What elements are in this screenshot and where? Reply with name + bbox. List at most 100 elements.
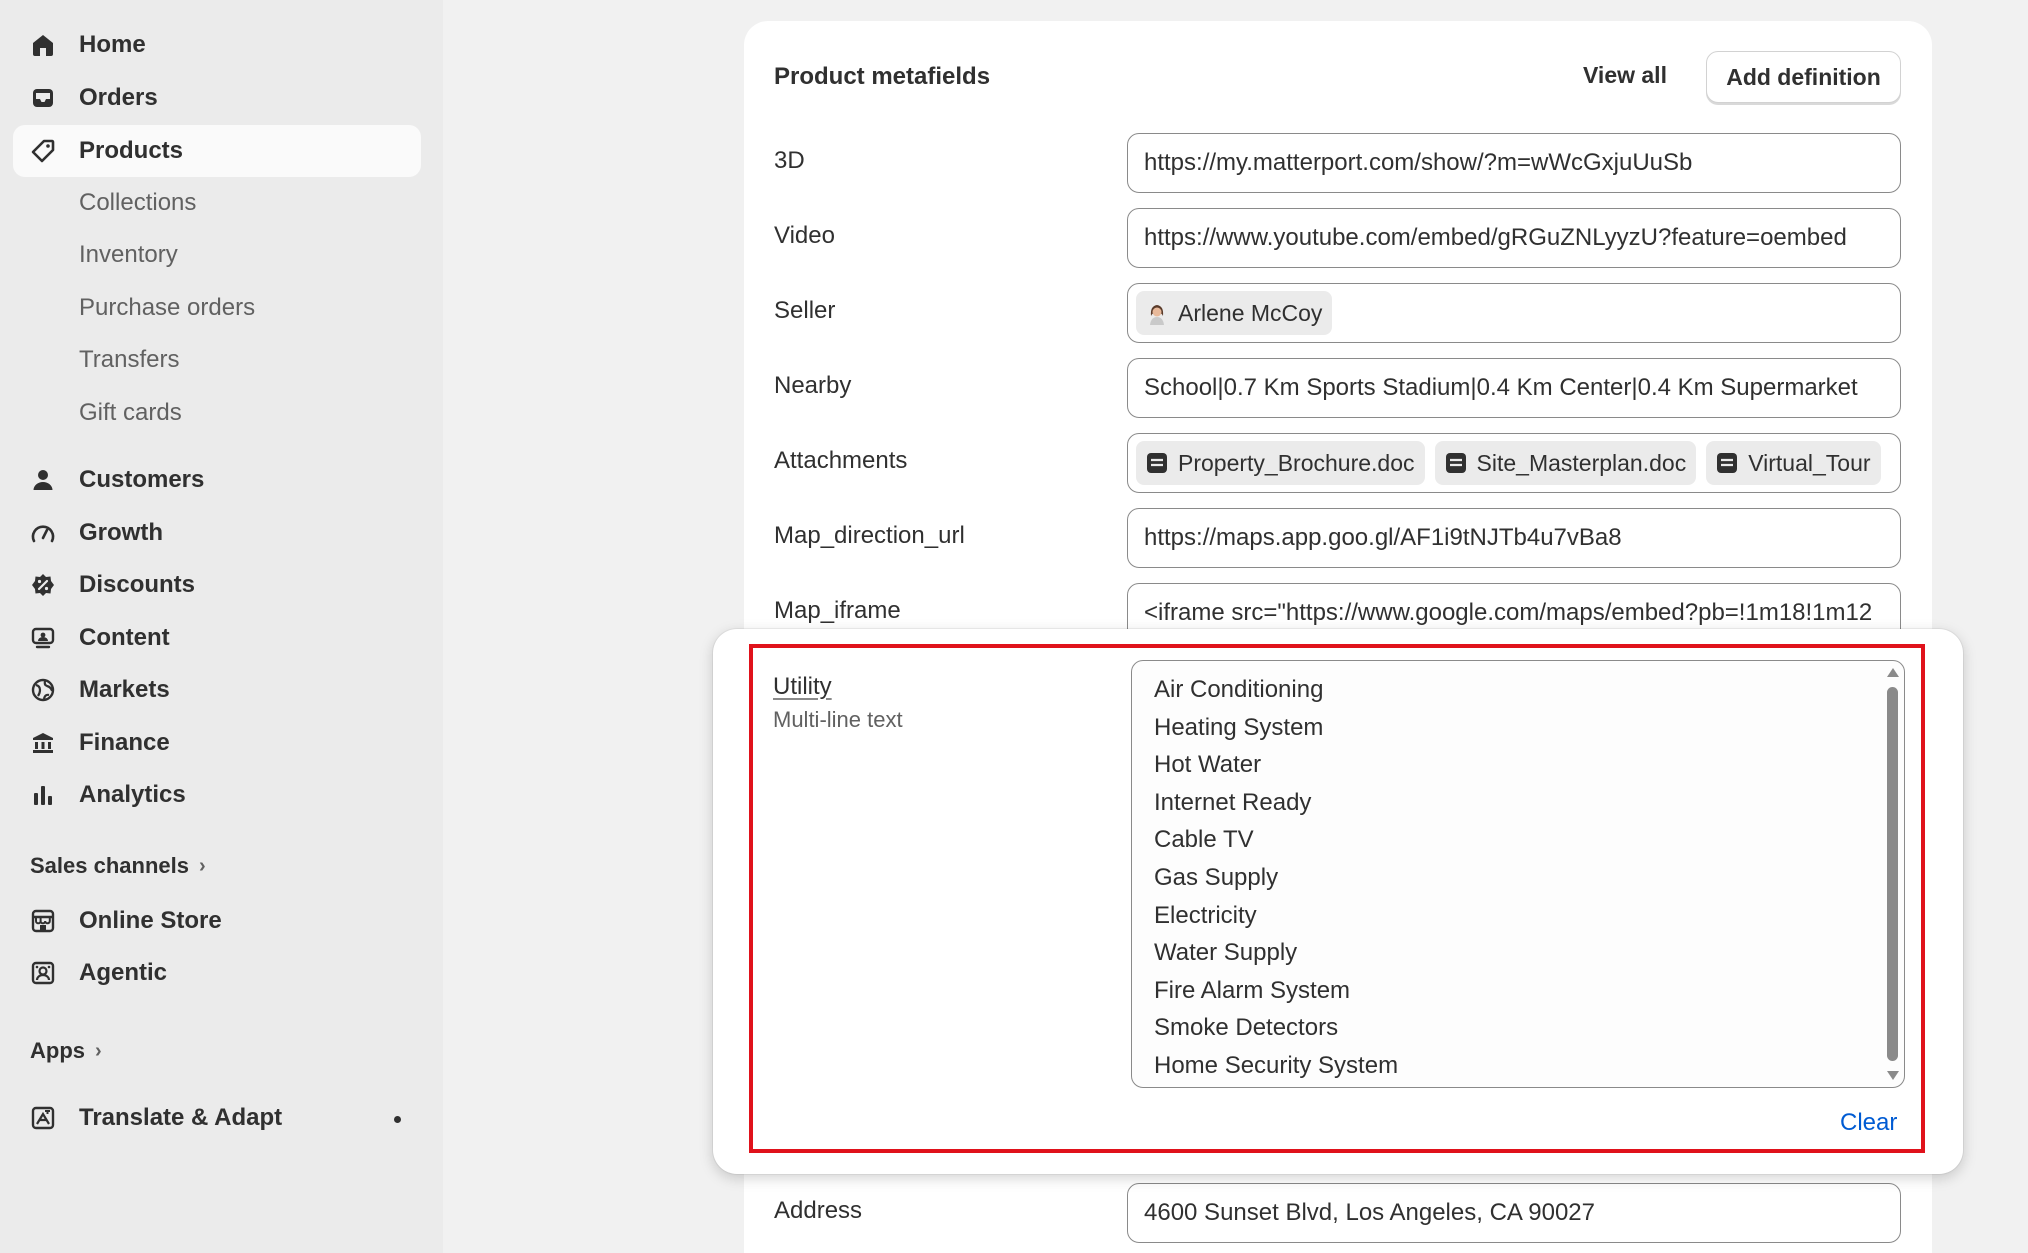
attachment-chip[interactable]: Property_Brochure.doc: [1136, 441, 1425, 485]
sidebar-item-label: Agentic: [79, 959, 168, 986]
field-label-map-direction-url: Map_direction_url: [774, 522, 965, 549]
sidebar-item-label: Discounts: [79, 571, 196, 598]
clear-button[interactable]: Clear: [1840, 1109, 1897, 1137]
home-icon: [30, 32, 56, 58]
inbox-icon: [30, 85, 56, 111]
sidebar-subitem-label: Inventory: [79, 241, 178, 268]
sidebar-item-settings[interactable]: [13, 1240, 421, 1253]
field-label-seller: Seller: [774, 297, 836, 324]
sidebar: Home Orders Products Collections Invento…: [0, 0, 443, 1253]
sidebar-item-label: Online Store: [79, 907, 222, 934]
sidebar-item-finance[interactable]: Finance: [13, 717, 421, 769]
field-nearby-input[interactable]: School|0.7 Km Sports Stadium|0.4 Km Cent…: [1127, 358, 1901, 418]
tag-icon: [30, 138, 56, 164]
content-icon: [30, 625, 56, 651]
utility-lines: Air Conditioning Heating System Hot Wate…: [1154, 671, 1398, 1085]
person-icon: [30, 467, 56, 493]
sidebar-item-content[interactable]: Content: [13, 612, 421, 664]
sidebar-item-customers[interactable]: Customers: [13, 454, 421, 506]
sidebar-subitem-label: Transfers: [79, 346, 180, 373]
sidebar-subitem-inventory[interactable]: Inventory: [13, 229, 421, 281]
sidebar-subitem-transfers[interactable]: Transfers: [13, 334, 421, 386]
attachment-chip[interactable]: Site_Masterplan.doc: [1434, 441, 1697, 485]
sidebar-item-agentic[interactable]: Agentic: [13, 947, 421, 999]
add-definition-button[interactable]: Add definition: [1706, 51, 1901, 103]
sidebar-item-discounts[interactable]: Discounts: [13, 559, 421, 611]
attachment-name: Property_Brochure.doc: [1178, 449, 1415, 476]
utility-type-label: Multi-line text: [773, 707, 903, 732]
field-address-input[interactable]: 4600 Sunset Blvd, Los Angeles, CA 90027: [1127, 1183, 1901, 1243]
discount-icon: [30, 572, 56, 598]
chevron-right-icon: ›: [95, 1039, 102, 1062]
sidebar-item-analytics[interactable]: Analytics: [13, 769, 421, 821]
utility-editor-popover: Utility Multi-line text Air Conditioning…: [713, 629, 1963, 1174]
utility-line: Water Supply: [1154, 939, 1298, 967]
field-label-3d: 3D: [774, 147, 805, 174]
avatar: [1144, 300, 1170, 326]
store-icon: [30, 908, 56, 934]
field-3d-input[interactable]: https://my.matterport.com/show/?m=wWcGxj…: [1127, 133, 1901, 193]
field-value: School|0.7 Km Sports Stadium|0.4 Km Cent…: [1144, 374, 1858, 401]
agentic-icon: [30, 960, 56, 986]
utility-line: Smoke Detectors: [1154, 1014, 1339, 1042]
sidebar-item-translate-adapt[interactable]: Translate & Adapt: [13, 1092, 421, 1144]
sidebar-item-label: Finance: [79, 729, 170, 756]
notification-dot: [394, 1116, 401, 1123]
document-icon: [1443, 450, 1469, 476]
utility-textarea[interactable]: Air Conditioning Heating System Hot Wate…: [1131, 660, 1905, 1088]
sidebar-item-label: Growth: [79, 519, 163, 546]
field-value: 4600 Sunset Blvd, Los Angeles, CA 90027: [1144, 1199, 1595, 1226]
field-map-direction-url-input[interactable]: https://maps.app.goo.gl/AF1i9tNJTb4u7vBa…: [1127, 508, 1901, 568]
seller-chip[interactable]: Arlene McCoy: [1136, 291, 1333, 335]
sidebar-subitem-purchase-orders[interactable]: Purchase orders: [13, 282, 421, 334]
view-all-button[interactable]: View all: [1583, 62, 1667, 89]
sidebar-item-home[interactable]: Home: [13, 19, 421, 71]
sidebar-item-orders[interactable]: Orders: [13, 72, 421, 124]
sales-channels-label: Sales channels: [30, 853, 189, 878]
utility-line: Fire Alarm System: [1154, 976, 1351, 1004]
sidebar-item-label: Translate & Adapt: [79, 1104, 283, 1131]
scroll-thumb[interactable]: [1887, 687, 1898, 1061]
sidebar-item-growth[interactable]: Growth: [13, 507, 421, 559]
sidebar-item-markets[interactable]: Markets: [13, 664, 421, 716]
utility-line: Heating System: [1154, 713, 1324, 741]
bank-icon: [30, 730, 56, 756]
document-icon: [1144, 450, 1170, 476]
sidebar-item-online-store[interactable]: Online Store: [13, 895, 421, 947]
utility-line: Electricity: [1154, 901, 1257, 929]
sidebar-item-products[interactable]: Products: [13, 125, 421, 177]
attachment-chip[interactable]: Virtual_Tour: [1706, 441, 1881, 485]
sidebar-subitem-label: Purchase orders: [79, 294, 256, 321]
seller-name: Arlene McCoy: [1178, 299, 1323, 326]
field-label-address: Address: [774, 1197, 863, 1224]
field-attachments-input[interactable]: Property_Brochure.doc Site_Masterplan.do…: [1127, 433, 1901, 493]
utility-line: Home Security System: [1154, 1051, 1399, 1079]
card-title: Product metafields: [774, 63, 991, 90]
utility-line: Internet Ready: [1154, 788, 1312, 816]
sidebar-subitem-collections[interactable]: Collections: [13, 177, 421, 229]
field-seller-input[interactable]: Arlene McCoy: [1127, 283, 1901, 343]
bar-chart-icon: [30, 782, 56, 808]
sidebar-item-label: Customers: [79, 466, 205, 493]
utility-line: Air Conditioning: [1154, 676, 1324, 703]
utility-line: Gas Supply: [1154, 863, 1279, 891]
sidebar-item-label: Home: [79, 31, 146, 58]
sidebar-subitem-gift-cards[interactable]: Gift cards: [13, 387, 421, 439]
chevron-right-icon: ›: [198, 854, 206, 877]
sidebar-subitem-label: Gift cards: [79, 399, 182, 426]
field-label-video: Video: [774, 222, 835, 249]
scroll-down-arrow-icon[interactable]: [1887, 1071, 1899, 1080]
attachment-name: Site_Masterplan.doc: [1476, 449, 1687, 476]
sidebar-item-label: Content: [79, 624, 170, 651]
scroll-up-arrow-icon[interactable]: [1887, 668, 1899, 677]
textarea-scrollbar[interactable]: [1884, 665, 1900, 1083]
utility-line: Hot Water: [1154, 751, 1262, 779]
apps-header[interactable]: Apps ›: [30, 1038, 102, 1064]
field-video-input[interactable]: https://www.youtube.com/embed/gRGuZNLyyz…: [1127, 208, 1901, 268]
utility-label[interactable]: Utility: [773, 673, 832, 701]
field-label-nearby: Nearby: [774, 372, 852, 399]
field-value: https://www.youtube.com/embed/gRGuZNLyyz…: [1144, 224, 1847, 251]
field-value: <iframe src="https://www.google.com/maps…: [1144, 599, 1873, 626]
globe-icon: [30, 677, 56, 703]
sales-channels-header[interactable]: Sales channels ›: [30, 853, 206, 879]
